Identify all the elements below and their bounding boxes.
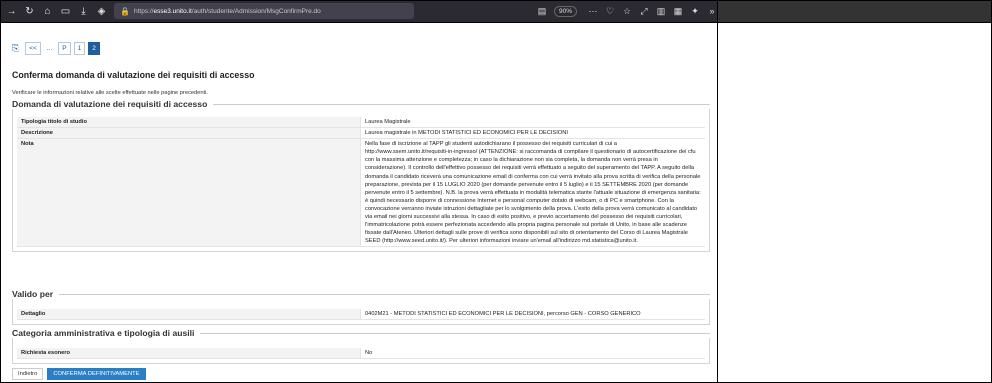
outer-border — [0, 0, 992, 383]
